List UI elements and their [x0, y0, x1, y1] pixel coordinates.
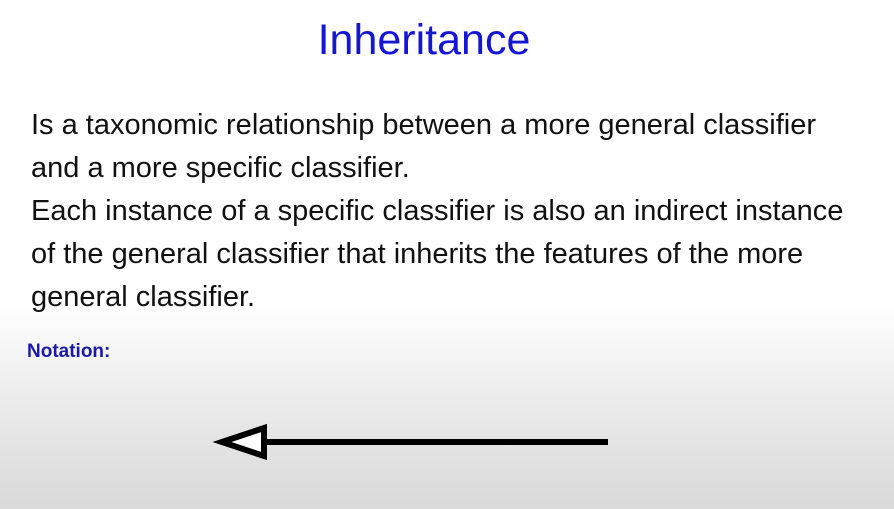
notation-label: Notation:: [27, 341, 111, 362]
definition-paragraph-1: Is a taxonomic relationship between a mo…: [31, 109, 817, 184]
slide-body: Is a taxonomic relationship between a mo…: [31, 104, 871, 319]
slide-title: Inheritance: [317, 16, 531, 64]
arrow-hollow-triangle-head: [212, 423, 267, 461]
inheritance-arrow-icon: [212, 423, 608, 461]
definition-paragraph-2: Each instance of a specific classifier i…: [31, 195, 844, 313]
